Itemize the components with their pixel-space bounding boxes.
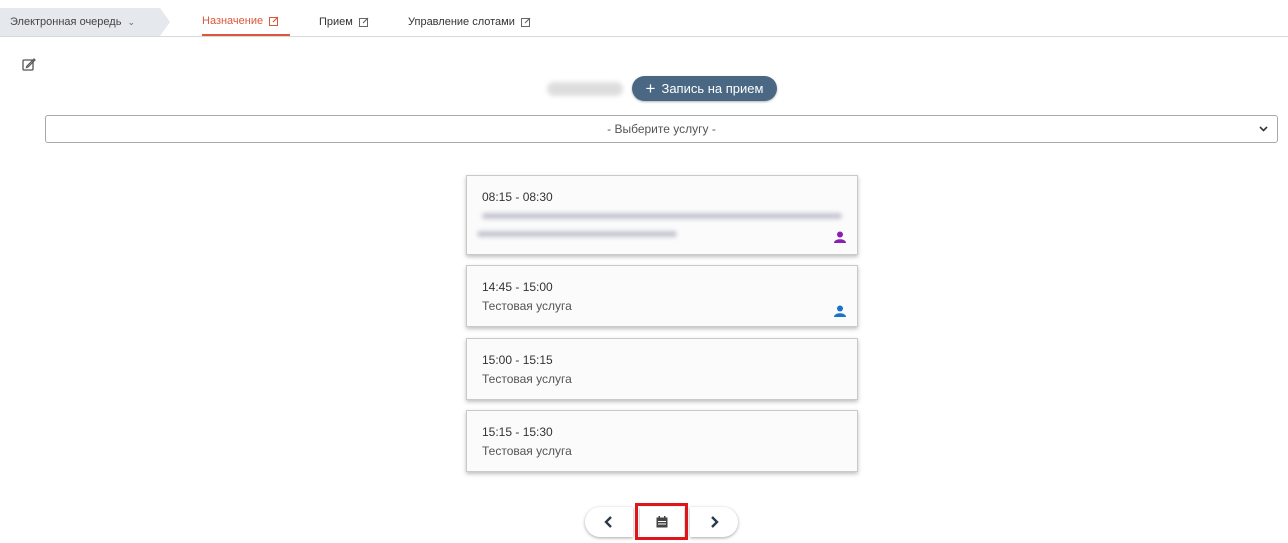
slot-time: 08:15 - 08:30: [482, 190, 553, 204]
calendar-icon: [656, 516, 668, 528]
blurred-date: [547, 82, 623, 96]
tab-reception[interactable]: Прием: [319, 8, 379, 36]
blurred-service-text: [482, 213, 842, 219]
user-icon: [834, 231, 846, 243]
slot-time: 15:15 - 15:30: [482, 425, 553, 439]
service-select[interactable]: - Выберите услугу -: [45, 115, 1278, 143]
slot-card[interactable]: 14:45 - 15:00 Тестовая услуга: [466, 265, 858, 327]
blurred-service-text: [477, 231, 677, 237]
slot-time: 14:45 - 15:00: [482, 280, 553, 294]
slot-card[interactable]: 08:15 - 08:30: [466, 175, 858, 255]
chevron-down-icon: ⌄: [127, 16, 135, 27]
slot-service: Тестовая услуга: [482, 444, 572, 458]
service-select-value: - Выберите услугу -: [607, 122, 716, 136]
slot-service: Тестовая услуга: [482, 372, 572, 386]
breadcrumb-label: Электронная очередь: [10, 16, 122, 28]
user-icon: [834, 305, 846, 317]
chevron-down-icon: [1259, 126, 1268, 132]
tab-appointment[interactable]: Назначение: [202, 8, 290, 36]
edit-icon[interactable]: [22, 57, 36, 71]
edit-icon: [269, 16, 279, 26]
calendar-button[interactable]: [640, 507, 684, 537]
tab-label: Управление слотами: [408, 16, 515, 28]
top-navigation: Электронная очередь ⌄ Назначение Прием У…: [0, 8, 1288, 37]
add-appointment-label: Запись на прием: [661, 81, 764, 96]
slot-card[interactable]: 15:00 - 15:15 Тестовая услуга: [466, 338, 858, 400]
chevron-left-icon: [604, 516, 612, 528]
tab-label: Прием: [319, 16, 353, 28]
edit-icon: [358, 17, 369, 27]
next-day-button[interactable]: [690, 507, 738, 537]
previous-day-button[interactable]: [585, 507, 633, 537]
slot-service: Тестовая услуга: [482, 299, 572, 313]
add-appointment-button[interactable]: + Запись на прием: [632, 76, 777, 101]
breadcrumb-electronic-queue[interactable]: Электронная очередь ⌄: [0, 8, 170, 36]
edit-icon: [520, 17, 531, 27]
tab-label: Назначение: [202, 15, 264, 27]
tab-slot-management[interactable]: Управление слотами: [408, 8, 548, 36]
plus-icon: +: [645, 79, 656, 98]
slot-card[interactable]: 15:15 - 15:30 Тестовая услуга: [466, 410, 858, 472]
chevron-right-icon: [711, 516, 719, 528]
slot-time: 15:00 - 15:15: [482, 353, 553, 367]
